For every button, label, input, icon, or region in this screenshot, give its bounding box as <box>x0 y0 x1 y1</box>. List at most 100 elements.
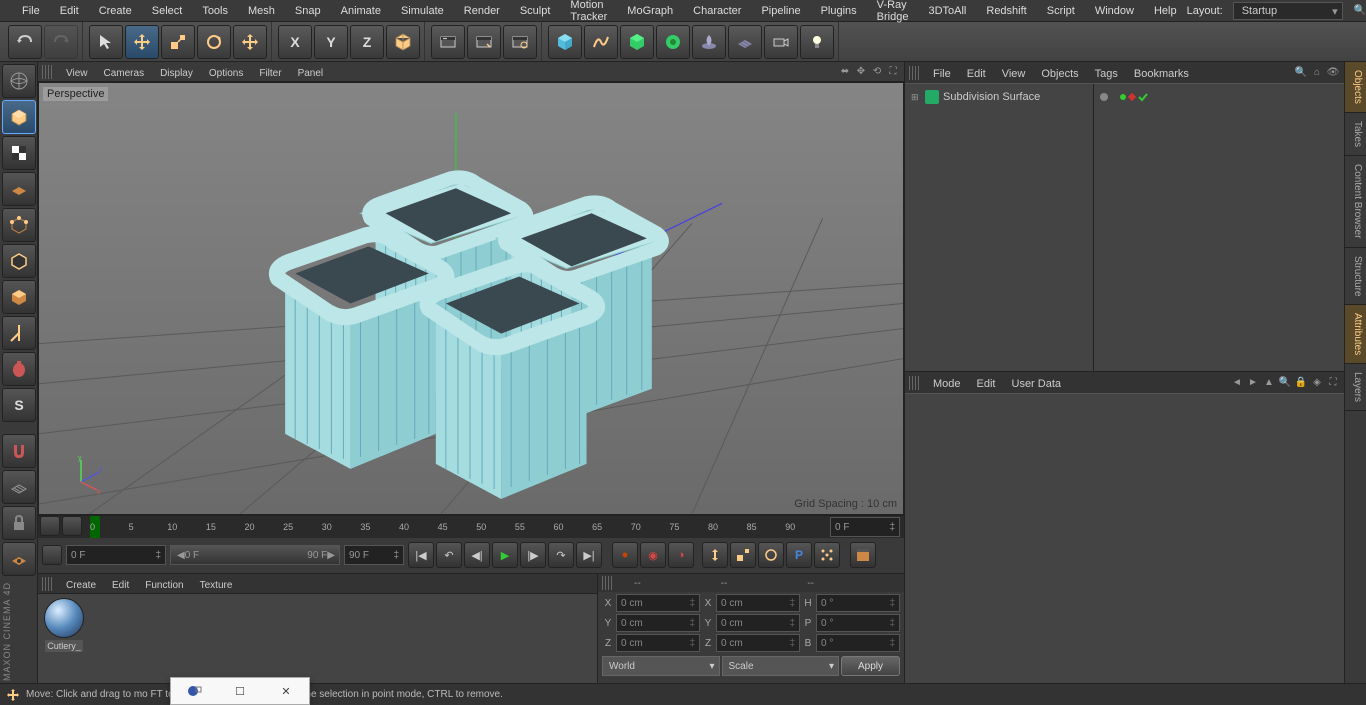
obj-home-icon[interactable]: ⌂ <box>1310 66 1324 80</box>
coord-position-field[interactable]: 0 cm‡ <box>616 614 700 632</box>
rotate-tool[interactable] <box>197 25 231 59</box>
next-frame-button[interactable]: |▶ <box>520 542 546 568</box>
menu-animate[interactable]: Animate <box>331 2 391 20</box>
enable-checkmark-icon[interactable] <box>1138 92 1148 102</box>
attr-menu-mode[interactable]: Mode <box>925 376 969 392</box>
object-menu-objects[interactable]: Objects <box>1033 66 1086 82</box>
key-pla-button[interactable] <box>814 542 840 568</box>
vtab-objects[interactable]: Objects <box>1345 62 1366 113</box>
coord-position-field[interactable]: 0 cm‡ <box>616 634 700 652</box>
object-tree-item[interactable]: ⊞ Subdivision Surface <box>909 88 1089 106</box>
z-axis-toggle[interactable]: Z <box>350 25 384 59</box>
menu-help[interactable]: Help <box>1144 2 1187 20</box>
coord-size-field[interactable]: 0 cm‡ <box>716 594 800 612</box>
menu-window[interactable]: Window <box>1085 2 1144 20</box>
material-name-label[interactable]: Cutlery_ <box>45 640 83 652</box>
undo-button[interactable] <box>8 25 42 59</box>
obj-eye-icon[interactable]: 👁 <box>1326 66 1340 80</box>
spline-button[interactable] <box>584 25 618 59</box>
menu-mesh[interactable]: Mesh <box>238 2 285 20</box>
menu-snap[interactable]: Snap <box>285 2 331 20</box>
planar-workplane-button[interactable] <box>2 542 36 576</box>
attr-next-icon[interactable]: ► <box>1246 376 1260 390</box>
attr-search-icon[interactable]: 🔍 <box>1278 376 1292 390</box>
attr-max-icon[interactable]: ⛶ <box>1326 376 1340 390</box>
menu-simulate[interactable]: Simulate <box>391 2 454 20</box>
menu-script[interactable]: Script <box>1037 2 1085 20</box>
menu-mograph[interactable]: MoGraph <box>617 2 683 20</box>
magnet-button[interactable] <box>2 434 36 468</box>
light-button[interactable] <box>800 25 834 59</box>
object-menu-file[interactable]: File <box>925 66 959 82</box>
render-view-button[interactable] <box>431 25 465 59</box>
menu-select[interactable]: Select <box>142 2 193 20</box>
timeline-grid-icon[interactable] <box>40 516 60 536</box>
floor-button[interactable] <box>728 25 762 59</box>
menu-sculpt[interactable]: Sculpt <box>510 2 561 20</box>
menu-3dtoall[interactable]: 3DToAll <box>918 2 976 20</box>
view-rotate-icon[interactable]: ⟲ <box>870 65 884 79</box>
timeline-dopesheet-button[interactable] <box>850 542 876 568</box>
timeline-opts-icon[interactable] <box>42 545 62 565</box>
autokey-button[interactable]: ◉ <box>640 542 666 568</box>
redo-button[interactable] <box>44 25 78 59</box>
coord-rotation-field[interactable]: 0 °‡ <box>816 634 900 652</box>
object-name-label[interactable]: Subdivision Surface <box>943 91 1040 103</box>
viewport-3d[interactable]: Perspective Grid Spacing : 10 cm y z x <box>38 82 904 515</box>
coord-size-field[interactable]: 0 cm‡ <box>716 634 800 652</box>
timeline-end-field[interactable]: 0 F‡ <box>830 517 900 537</box>
apply-button[interactable]: Apply <box>841 656 900 676</box>
menu-pipeline[interactable]: Pipeline <box>751 2 810 20</box>
workplane-grid-button[interactable] <box>2 470 36 504</box>
attr-prev-icon[interactable]: ◄ <box>1230 376 1244 390</box>
object-menu-bookmarks[interactable]: Bookmarks <box>1126 66 1197 82</box>
layer-dot[interactable] <box>1100 93 1108 101</box>
view-move-icon[interactable]: ✥ <box>854 65 868 79</box>
vtab-attributes[interactable]: Attributes <box>1345 305 1366 364</box>
select-tool[interactable] <box>89 25 123 59</box>
next-key-button[interactable]: ↷ <box>548 542 574 568</box>
coord-mode-dropdown[interactable]: Scale <box>722 656 840 676</box>
make-editable-button[interactable] <box>2 64 36 98</box>
keyframe-sel-button[interactable]: ◑ <box>668 542 694 568</box>
vtab-structure[interactable]: Structure <box>1345 248 1366 306</box>
menu-create[interactable]: Create <box>89 2 142 20</box>
coord-rotation-field[interactable]: 0 °‡ <box>816 594 900 612</box>
snap-toggle-button[interactable]: S <box>2 388 36 422</box>
layout-dropdown[interactable]: Startup <box>1233 2 1343 20</box>
y-axis-toggle[interactable]: Y <box>314 25 348 59</box>
material-menu-create[interactable]: Create <box>58 578 104 593</box>
material-thumbnail[interactable]: Cutlery_ <box>42 598 86 679</box>
coord-system-button[interactable] <box>386 25 420 59</box>
menu-tools[interactable]: Tools <box>192 2 238 20</box>
editor-visible-dot[interactable] <box>1120 94 1126 100</box>
vtab-takes[interactable]: Takes <box>1345 113 1366 156</box>
model-mode-button[interactable] <box>2 100 36 134</box>
goto-end-button[interactable]: ▶| <box>576 542 602 568</box>
view-config-icon[interactable]: ⬌ <box>838 65 852 79</box>
vtab-layers[interactable]: Layers <box>1345 364 1366 411</box>
coord-position-field[interactable]: 0 cm‡ <box>616 594 700 612</box>
view-menu-display[interactable]: Display <box>152 66 201 81</box>
scale-tool[interactable] <box>161 25 195 59</box>
object-menu-view[interactable]: View <box>994 66 1034 82</box>
view-menu-options[interactable]: Options <box>201 66 251 81</box>
tweak-mode-button[interactable] <box>2 352 36 386</box>
menu-render[interactable]: Render <box>454 2 510 20</box>
material-menu-texture[interactable]: Texture <box>192 578 241 593</box>
x-axis-toggle[interactable]: X <box>278 25 312 59</box>
view-menu-view[interactable]: View <box>58 66 96 81</box>
key-position-button[interactable] <box>702 542 728 568</box>
coord-space-dropdown[interactable]: World <box>602 656 720 676</box>
play-button[interactable]: ▶ <box>492 542 518 568</box>
coord-rotation-field[interactable]: 0 °‡ <box>816 614 900 632</box>
last-tool[interactable] <box>233 25 267 59</box>
float-maximize-button[interactable]: ☐ <box>225 681 255 701</box>
menu-edit[interactable]: Edit <box>50 2 89 20</box>
timeline-lock-icon[interactable] <box>62 516 82 536</box>
edge-mode-button[interactable] <box>2 244 36 278</box>
attr-new-icon[interactable]: ◈ <box>1310 376 1324 390</box>
timeline-ruler[interactable]: 051015202530354045505560657075808590 0 F… <box>38 516 904 538</box>
float-close-button[interactable]: ✕ <box>271 681 301 701</box>
key-param-button[interactable]: P <box>786 542 812 568</box>
